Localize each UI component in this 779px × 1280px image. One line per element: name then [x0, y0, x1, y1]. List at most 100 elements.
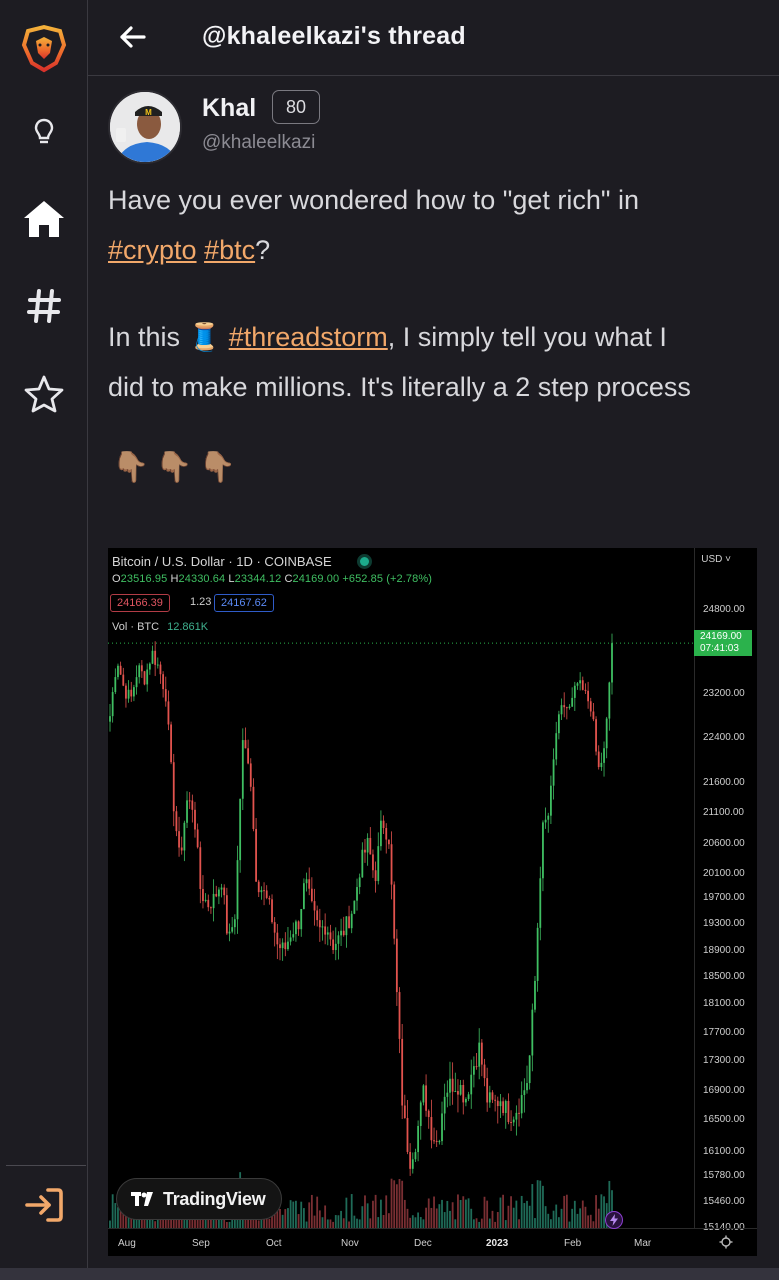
- volume-bar: [587, 1215, 589, 1228]
- tradingview-label: TradingView: [163, 1188, 266, 1209]
- candle: [518, 1098, 520, 1127]
- hashtag-link[interactable]: #threadstorm: [229, 322, 388, 352]
- gear-icon[interactable]: [719, 1235, 733, 1249]
- volume-bar: [430, 1207, 433, 1228]
- volume-bar: [353, 1215, 356, 1228]
- volume-bar: [499, 1197, 502, 1228]
- candle: [417, 1120, 420, 1162]
- volume-bar: [581, 1200, 584, 1228]
- volume-bar: [419, 1217, 422, 1228]
- volume-bar: [576, 1213, 579, 1228]
- candle: [178, 816, 180, 857]
- candle: [273, 917, 276, 947]
- candle: [401, 1023, 404, 1120]
- hashtag-link[interactable]: #btc: [204, 235, 255, 265]
- candle: [172, 753, 175, 827]
- candle: [374, 861, 377, 893]
- candle: [454, 1072, 457, 1093]
- volume-bar: [595, 1195, 597, 1228]
- volume-bar: [555, 1204, 558, 1228]
- lightbulb-icon[interactable]: [0, 112, 88, 152]
- y-tick-label: 22400.00: [703, 732, 745, 743]
- volume-bar: [467, 1198, 470, 1228]
- candle: [395, 929, 398, 1006]
- home-icon[interactable]: [0, 194, 88, 244]
- candle: [512, 1116, 515, 1127]
- candle: [223, 884, 226, 905]
- ohlc-readout: O23516.95 H24330.64 L23344.12 C24169.00 …: [112, 573, 432, 585]
- ohlc-label: C: [284, 573, 293, 585]
- candle: [422, 1084, 425, 1106]
- candle: [109, 704, 111, 732]
- volume-bar: [393, 1180, 396, 1228]
- back-button[interactable]: [116, 20, 150, 54]
- volume-bar: [571, 1208, 574, 1228]
- volume-bar: [411, 1215, 414, 1228]
- volume-bar: [486, 1200, 489, 1228]
- volume-bar: [289, 1200, 292, 1228]
- volume-bar: [385, 1195, 388, 1228]
- candle: [287, 927, 289, 951]
- candle: [350, 910, 353, 934]
- volume-bar: [457, 1194, 459, 1228]
- candle: [576, 682, 579, 690]
- volume-bar: [470, 1208, 473, 1228]
- volume-bar: [324, 1205, 327, 1228]
- ohlc-open: 23516.95: [120, 573, 168, 585]
- sell-price-box[interactable]: 24166.39: [110, 594, 170, 612]
- volume-bar: [340, 1210, 342, 1228]
- candle: [425, 1074, 427, 1117]
- hashtag-link[interactable]: #crypto: [108, 235, 197, 265]
- post-text: , I simply tell you what I: [387, 322, 667, 352]
- candle: [361, 842, 364, 878]
- author-name[interactable]: Khal: [202, 94, 256, 123]
- volume-bar: [382, 1215, 385, 1228]
- candle: [502, 1097, 505, 1116]
- author-handle[interactable]: @khaleelkazi: [202, 132, 315, 154]
- lightning-icon[interactable]: [605, 1211, 623, 1229]
- volume-bar: [111, 1194, 114, 1228]
- candle: [313, 888, 316, 926]
- y-tick-label: 16100.00: [703, 1146, 745, 1157]
- volume-bar: [433, 1196, 435, 1228]
- candle: [162, 671, 165, 698]
- star-icon[interactable]: [0, 370, 88, 418]
- volume-bar: [310, 1194, 313, 1228]
- volume-bar: [496, 1212, 499, 1228]
- candle: [329, 924, 332, 946]
- volume-bar: [154, 1221, 157, 1228]
- hashtag-icon[interactable]: [0, 282, 88, 330]
- volume-bar: [557, 1217, 560, 1228]
- volume-bar: [507, 1205, 510, 1228]
- volume-bar: [504, 1220, 507, 1228]
- candle: [228, 923, 231, 942]
- candle: [449, 1061, 451, 1106]
- volume-bar: [316, 1196, 319, 1228]
- candle: [236, 845, 239, 934]
- volume-bar: [510, 1196, 512, 1228]
- candle: [568, 704, 571, 710]
- candle: [133, 684, 135, 702]
- tradingview-logo[interactable]: TradingView: [116, 1178, 282, 1220]
- candle: [249, 758, 252, 792]
- candle: [472, 1056, 475, 1088]
- chart-image[interactable]: Bitcoin / U.S. Dollar · 1D · COINBASE O2…: [108, 548, 757, 1256]
- candle: [148, 662, 151, 675]
- lion-logo-icon[interactable]: [0, 22, 88, 74]
- volume-bar: [560, 1208, 563, 1228]
- y-tick-label: 18500.00: [703, 971, 745, 982]
- avatar[interactable]: M: [108, 90, 182, 164]
- x-tick-label: Sep: [192, 1238, 210, 1249]
- login-icon[interactable]: [0, 1180, 88, 1230]
- candle: [342, 916, 345, 937]
- volume-bar: [435, 1208, 438, 1228]
- candle: [587, 681, 589, 709]
- time-axis[interactable]: Aug Sep Oct Nov Dec 2023 Feb Mar: [108, 1228, 757, 1252]
- candle: [117, 663, 119, 680]
- spread-value: 1.23: [190, 596, 212, 608]
- candle: [504, 1099, 507, 1129]
- buy-price-box[interactable]: 24167.62: [214, 594, 274, 612]
- volume-bar: [263, 1219, 265, 1228]
- volume-bar: [550, 1219, 552, 1228]
- ohlc-high: 24330.64: [178, 573, 226, 585]
